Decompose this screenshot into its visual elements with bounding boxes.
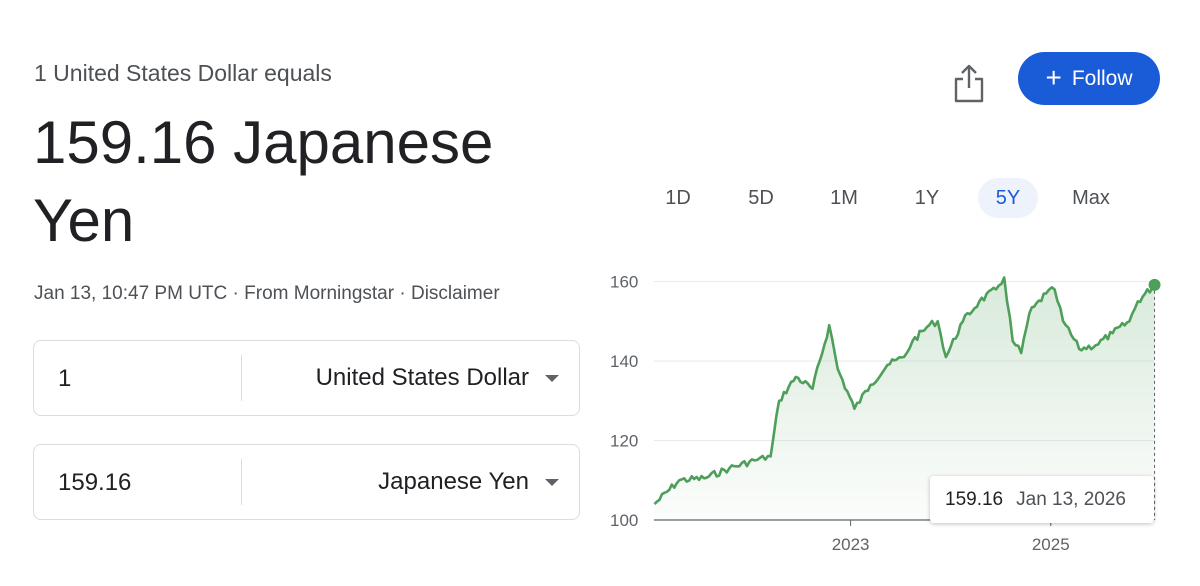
- follow-label: Follow: [1071, 66, 1133, 90]
- conversion-subtitle: 1 United States Dollar equals: [34, 60, 332, 86]
- to-currency-select[interactable]: Japanese Yen: [378, 445, 559, 519]
- share-icon: [954, 64, 984, 103]
- current-point-marker: [1148, 278, 1161, 291]
- plus-icon: +: [1045, 61, 1062, 93]
- divider: [241, 355, 242, 401]
- from-currency-select[interactable]: United States Dollar: [316, 341, 559, 415]
- meta-line: Jan 13, 10:47 PM UTC · From Morningstar …: [34, 283, 500, 305]
- caret-down-icon: [545, 478, 559, 486]
- y-tick-label: 120: [610, 432, 638, 451]
- from-amount-input[interactable]: 1: [58, 365, 71, 393]
- tab-1m[interactable]: 1M: [814, 178, 874, 218]
- chart-tooltip: 159.16 Jan 13, 2026: [930, 476, 1154, 523]
- tab-max[interactable]: Max: [1061, 178, 1121, 218]
- to-currency-label: Japanese Yen: [378, 468, 529, 495]
- source-link[interactable]: From Morningstar: [244, 283, 394, 304]
- y-tick-label: 160: [610, 273, 638, 292]
- tab-1d[interactable]: 1D: [648, 178, 708, 218]
- follow-button[interactable]: + Follow: [1018, 52, 1160, 105]
- to-converter: 159.16 Japanese Yen: [33, 444, 580, 520]
- y-tick-label: 100: [610, 511, 638, 530]
- tab-1y[interactable]: 1Y: [897, 178, 957, 218]
- tab-5d[interactable]: 5D: [731, 178, 791, 218]
- x-tick-label: 2023: [832, 535, 870, 554]
- tooltip-value: 159.16: [945, 488, 1004, 510]
- y-tick-label: 140: [610, 352, 638, 371]
- tooltip-date: Jan 13, 2026: [1016, 488, 1126, 510]
- to-amount-input[interactable]: 159.16: [58, 469, 131, 497]
- from-converter: 1 United States Dollar: [33, 340, 580, 416]
- meta-separator: ·: [394, 283, 411, 304]
- converted-value-heading: 159.16 Japanese Yen: [33, 109, 494, 254]
- divider: [241, 459, 242, 505]
- meta-separator: ·: [227, 283, 245, 304]
- caret-down-icon: [545, 374, 559, 382]
- disclaimer-link[interactable]: Disclaimer: [411, 283, 500, 304]
- from-currency-label: United States Dollar: [315, 364, 529, 391]
- x-tick-label: 2025: [1032, 535, 1070, 554]
- share-button[interactable]: [952, 64, 986, 104]
- tab-5y[interactable]: 5Y: [978, 178, 1038, 218]
- timestamp: Jan 13, 10:47 PM UTC: [34, 283, 228, 304]
